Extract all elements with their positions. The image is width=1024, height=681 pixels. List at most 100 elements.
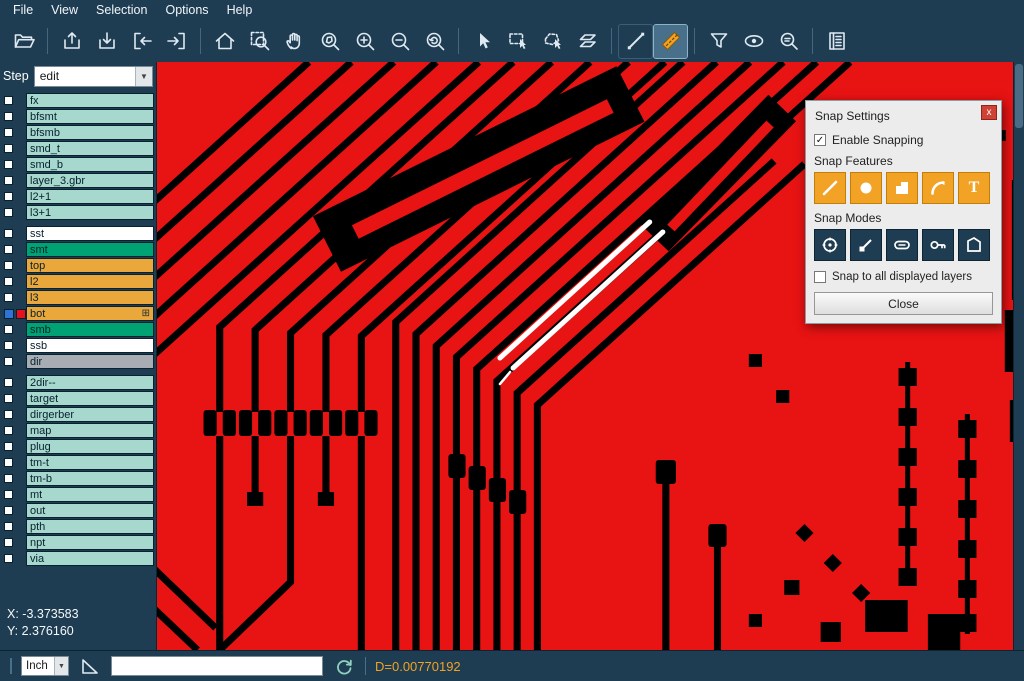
layer-visibility-checkbox[interactable] bbox=[4, 357, 13, 366]
pan-button[interactable] bbox=[278, 25, 311, 58]
layer-visibility-checkbox[interactable] bbox=[4, 506, 13, 515]
layer-name[interactable]: bot⊞ bbox=[26, 306, 154, 321]
menu-item-selection[interactable]: Selection bbox=[87, 1, 156, 19]
enable-snapping-checkbox[interactable] bbox=[814, 134, 826, 146]
snap-arc-button[interactable] bbox=[922, 172, 954, 204]
snap-pad-button[interactable] bbox=[850, 172, 882, 204]
unit-dropdown[interactable]: Inch ▼ bbox=[21, 656, 69, 676]
layer-row-l2[interactable]: l2 bbox=[0, 274, 154, 289]
layer-visibility-checkbox[interactable] bbox=[4, 341, 13, 350]
layer-row-tm-b[interactable]: tm-b bbox=[0, 471, 154, 486]
layer-visibility-checkbox[interactable] bbox=[4, 394, 13, 403]
snap-vertex-button[interactable] bbox=[958, 229, 990, 261]
export-right-button[interactable] bbox=[160, 25, 193, 58]
layer-visibility-checkbox[interactable] bbox=[4, 490, 13, 499]
layer-name[interactable]: pth bbox=[26, 519, 154, 534]
layer-visibility-checkbox[interactable] bbox=[4, 96, 13, 105]
zoom-in-button[interactable] bbox=[348, 25, 381, 58]
highlight-button[interactable] bbox=[737, 25, 770, 58]
layer-name[interactable]: smb bbox=[26, 322, 154, 337]
layer-name[interactable]: bfsmb bbox=[26, 125, 154, 140]
snap-key-button[interactable] bbox=[922, 229, 954, 261]
snap-text-button[interactable]: T bbox=[958, 172, 990, 204]
layer-name[interactable]: sst bbox=[26, 226, 154, 241]
menu-item-help[interactable]: Help bbox=[218, 1, 262, 19]
layer-visibility-checkbox[interactable] bbox=[4, 309, 14, 319]
layer-name[interactable]: layer_3.gbr bbox=[26, 173, 154, 188]
layer-visibility-checkbox[interactable] bbox=[4, 144, 13, 153]
layer-visibility-checkbox[interactable] bbox=[4, 410, 13, 419]
layer-visibility-checkbox[interactable] bbox=[4, 128, 13, 137]
layer-row-smb[interactable]: smb bbox=[0, 322, 154, 337]
layer-row-bfsmb[interactable]: bfsmb bbox=[0, 125, 154, 140]
report-button[interactable] bbox=[820, 25, 853, 58]
layer-row-layer_3.gbr[interactable]: layer_3.gbr bbox=[0, 173, 154, 188]
layer-visibility-checkbox[interactable] bbox=[4, 245, 13, 254]
layer-row-bot[interactable]: bot⊞ bbox=[0, 306, 154, 321]
zoom-out-button[interactable] bbox=[383, 25, 416, 58]
dialog-close-icon[interactable]: x bbox=[981, 105, 997, 120]
draw-line-button[interactable] bbox=[619, 25, 652, 58]
layer-name[interactable]: smd_t bbox=[26, 141, 154, 156]
layer-row-fx[interactable]: fx bbox=[0, 93, 154, 108]
layer-row-dir[interactable]: dir bbox=[0, 354, 154, 369]
layer-row-l3+1[interactable]: l3+1 bbox=[0, 205, 154, 220]
angle-snap-button[interactable] bbox=[78, 654, 102, 678]
zoom-redraw-button[interactable] bbox=[418, 25, 451, 58]
layer-row-mt[interactable]: mt bbox=[0, 487, 154, 502]
layer-name[interactable]: tm-b bbox=[26, 471, 154, 486]
snap-slot-button[interactable] bbox=[886, 229, 918, 261]
layer-row-target[interactable]: target bbox=[0, 391, 154, 406]
layer-name[interactable]: ssb bbox=[26, 338, 154, 353]
layer-visibility-checkbox[interactable] bbox=[4, 176, 13, 185]
layer-row-ssb[interactable]: ssb bbox=[0, 338, 154, 353]
select-window-button[interactable] bbox=[501, 25, 534, 58]
zoom-polygon-button[interactable] bbox=[313, 25, 346, 58]
layer-row-pth[interactable]: pth bbox=[0, 519, 154, 534]
import-down-button[interactable] bbox=[90, 25, 123, 58]
layer-row-dirgerber[interactable]: dirgerber bbox=[0, 407, 154, 422]
layer-name[interactable]: l3 bbox=[26, 290, 154, 305]
step-dropdown[interactable]: edit ▼ bbox=[34, 66, 153, 87]
close-button[interactable]: Close bbox=[814, 292, 993, 315]
filter-button[interactable] bbox=[702, 25, 735, 58]
menu-item-view[interactable]: View bbox=[42, 1, 87, 19]
layer-name[interactable]: l2+1 bbox=[26, 189, 154, 204]
vertical-scrollbar[interactable] bbox=[1013, 62, 1024, 650]
layer-row-tm-t[interactable]: tm-t bbox=[0, 455, 154, 470]
layer-name[interactable]: mt bbox=[26, 487, 154, 502]
layer-row-sst[interactable]: sst bbox=[0, 226, 154, 241]
layer-visibility-checkbox[interactable] bbox=[4, 426, 13, 435]
layer-name[interactable]: smd_b bbox=[26, 157, 154, 172]
find-button[interactable] bbox=[772, 25, 805, 58]
layer-name[interactable]: fx bbox=[26, 93, 154, 108]
layer-name[interactable]: out bbox=[26, 503, 154, 518]
transform-copy-button[interactable] bbox=[571, 25, 604, 58]
layer-visibility-checkbox[interactable] bbox=[4, 554, 13, 563]
layer-row-2dir--[interactable]: 2dir-- bbox=[0, 375, 154, 390]
import-left-button[interactable] bbox=[125, 25, 158, 58]
layer-visibility-checkbox[interactable] bbox=[4, 474, 13, 483]
layer-row-smd_t[interactable]: smd_t bbox=[0, 141, 154, 156]
layer-visibility-checkbox[interactable] bbox=[4, 538, 13, 547]
layer-visibility-checkbox[interactable] bbox=[4, 277, 13, 286]
layer-visibility-checkbox[interactable] bbox=[4, 293, 13, 302]
measure-ruler-button[interactable] bbox=[654, 25, 687, 58]
scrollbar-thumb[interactable] bbox=[1015, 64, 1023, 128]
snap-endpoint-button[interactable] bbox=[850, 229, 882, 261]
snap-center-button[interactable] bbox=[814, 229, 846, 261]
layer-row-map[interactable]: map bbox=[0, 423, 154, 438]
layer-row-l2+1[interactable]: l2+1 bbox=[0, 189, 154, 204]
layer-name[interactable]: l3+1 bbox=[26, 205, 154, 220]
chevron-down-icon[interactable]: ▼ bbox=[54, 657, 68, 675]
layer-name[interactable]: npt bbox=[26, 535, 154, 550]
layer-row-l3[interactable]: l3 bbox=[0, 290, 154, 305]
layer-name[interactable]: via bbox=[26, 551, 154, 566]
layer-name[interactable]: l2 bbox=[26, 274, 154, 289]
gerber-canvas-area[interactable]: Snap Settings x Enable Snapping Snap Fea… bbox=[157, 62, 1024, 650]
layer-visibility-checkbox[interactable] bbox=[4, 192, 13, 201]
layer-name[interactable]: smt bbox=[26, 242, 154, 257]
layer-name[interactable]: tm-t bbox=[26, 455, 154, 470]
snap-corner-button[interactable] bbox=[886, 172, 918, 204]
menu-item-options[interactable]: Options bbox=[156, 1, 217, 19]
